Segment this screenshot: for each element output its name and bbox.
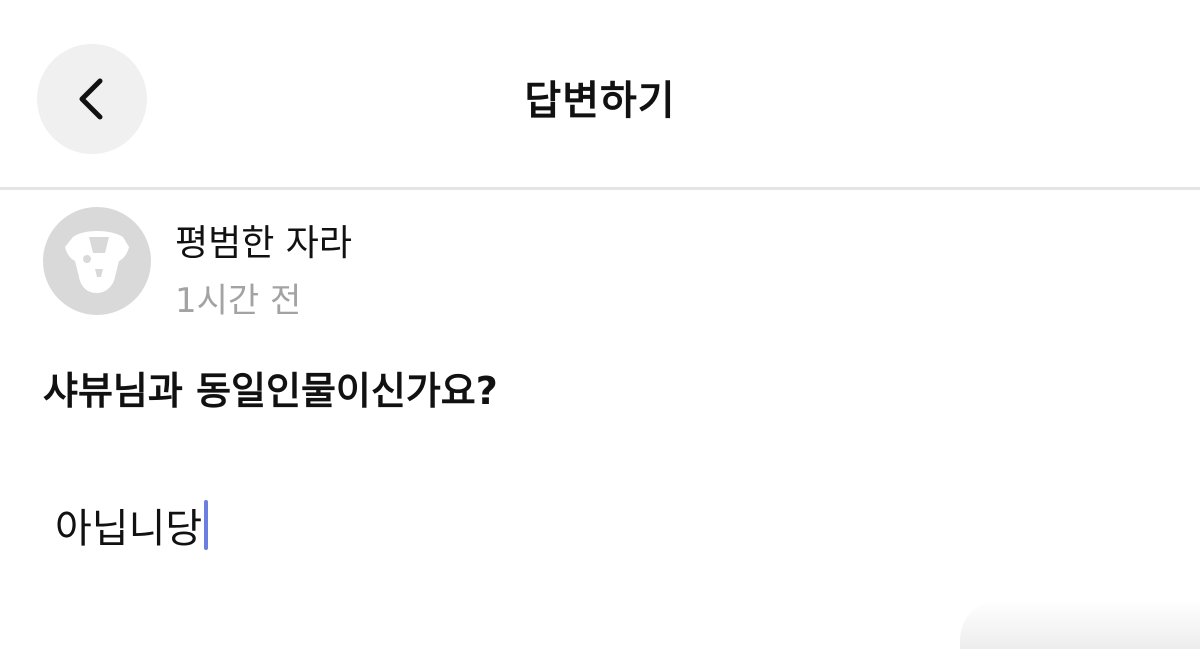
bottom-right-shadow <box>960 600 1200 649</box>
header-divider <box>0 187 1200 190</box>
answer-screen: 답변하기 평범한 자라 1시간 전 샤뷰님과 동일인물이신가요? 아닙니당 <box>0 0 1200 649</box>
author-avatar[interactable] <box>43 207 151 315</box>
answer-input-value: 아닙니당 <box>55 506 203 552</box>
page-title: 답변하기 <box>524 78 676 124</box>
text-cursor <box>204 500 209 550</box>
answer-input[interactable]: 아닙니당 <box>55 495 1155 555</box>
question-text: 샤뷰님과 동일인물이신가요? <box>43 369 498 413</box>
top-bar: 답변하기 <box>0 0 1200 187</box>
default-avatar-icon <box>65 231 129 293</box>
post-timestamp: 1시간 전 <box>175 281 302 321</box>
author-name: 평범한 자라 <box>175 223 353 264</box>
